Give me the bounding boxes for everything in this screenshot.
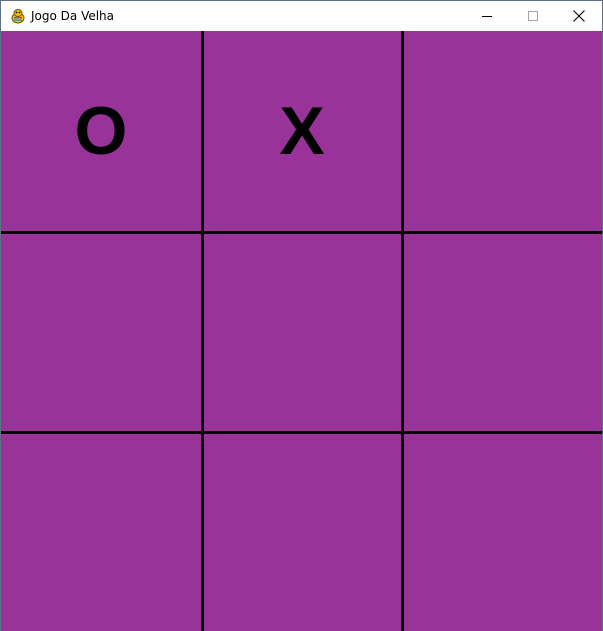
title-bar[interactable]: Jogo Da Velha xyxy=(1,1,602,31)
minimize-icon xyxy=(482,16,492,17)
board-cell-1-0[interactable] xyxy=(1,232,201,432)
board-cell-2-0[interactable] xyxy=(1,433,201,631)
cell-mark: X xyxy=(279,93,325,169)
maximize-icon xyxy=(528,11,538,21)
close-button[interactable] xyxy=(556,1,602,31)
board-cell-0-2[interactable] xyxy=(403,31,602,231)
board-cell-0-0[interactable]: O xyxy=(1,31,201,231)
close-icon xyxy=(573,10,585,22)
minimize-button[interactable] xyxy=(464,1,510,31)
board-cell-1-1[interactable] xyxy=(202,232,402,432)
grid-line-vertical-1 xyxy=(201,31,204,631)
board-cell-2-1[interactable] xyxy=(202,433,402,631)
board-cell-1-2[interactable] xyxy=(403,232,602,432)
window-title: Jogo Da Velha xyxy=(31,9,115,23)
game-window: Jogo Da Velha O X xyxy=(0,0,603,631)
board-cell-0-1[interactable]: X xyxy=(202,31,402,231)
window-controls xyxy=(464,1,602,31)
grid-line-vertical-2 xyxy=(401,31,404,631)
board-cell-2-2[interactable] xyxy=(403,433,602,631)
maximize-button[interactable] xyxy=(510,1,556,31)
pygame-snake-icon xyxy=(10,8,26,24)
grid-line-horizontal-1 xyxy=(1,231,602,234)
grid-line-horizontal-2 xyxy=(1,431,602,434)
tic-tac-toe-board: O X xyxy=(1,31,602,631)
cell-mark: O xyxy=(74,93,128,169)
